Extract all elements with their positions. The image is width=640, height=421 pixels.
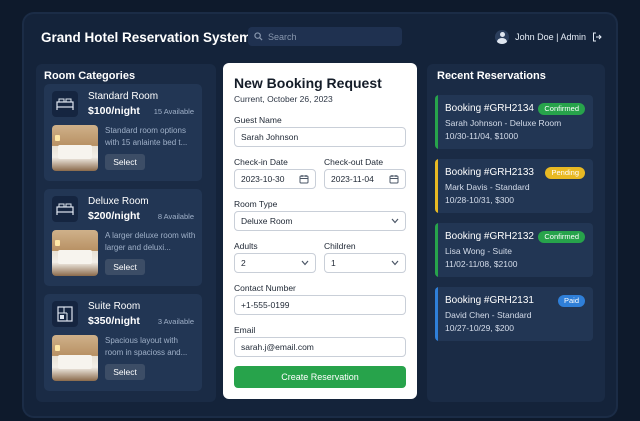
- chevron-down-icon: [391, 260, 399, 266]
- guest-name-label: Guest Name: [234, 115, 282, 125]
- user-label: John Doe | Admin: [515, 32, 586, 42]
- reservation-details: 10/27-10/29, $200: [445, 323, 515, 333]
- booking-id: Booking #GRH2132: [445, 231, 534, 242]
- search-input[interactable]: [268, 31, 393, 42]
- contact-number-field[interactable]: +1-555-0199: [234, 295, 406, 315]
- reservation-guest: Lisa Wong - Suite: [445, 246, 512, 256]
- guest-name-value: Sarah Johnson: [241, 132, 299, 142]
- reservation-details: 10/28-10/31, $300: [445, 195, 515, 205]
- room-availability: 8 Available: [157, 212, 194, 221]
- status-badge: Confirmed: [538, 103, 585, 115]
- floorplan-icon: [52, 301, 78, 327]
- chevron-down-icon: [301, 260, 309, 266]
- reservation-card[interactable]: Booking #GRH2131 Paid David Chen - Stand…: [435, 287, 593, 341]
- room-card-suite: Suite Room $350/night 3 Available Spacio…: [44, 294, 202, 391]
- room-photo: [52, 335, 98, 381]
- current-date: Current, October 26, 2023: [234, 94, 333, 104]
- status-badge: Pending: [545, 167, 585, 179]
- calendar-icon: [299, 175, 309, 184]
- chevron-down-icon: [391, 218, 399, 224]
- top-bar: Grand Hotel Reservation System John Doe …: [24, 14, 616, 60]
- room-name: Deluxe Room: [88, 196, 149, 207]
- reservation-guest: Sarah Johnson - Deluxe Room: [445, 118, 562, 128]
- reservation-details: 10/30-11/04, $1000: [445, 131, 519, 141]
- room-card-deluxe: Deluxe Room $200/night 8 Available A lar…: [44, 189, 202, 286]
- room-name: Standard Room: [88, 91, 159, 102]
- user-avatar-icon: [495, 30, 510, 44]
- recent-reservations-title: Recent Reservations: [437, 70, 546, 82]
- room-categories-panel: Room Categories Standard Room $100/night…: [36, 64, 216, 402]
- checkin-label: Check-in Date: [234, 157, 288, 167]
- checkin-value: 2023-10-30: [241, 174, 285, 184]
- contact-value: +1-555-0199: [241, 300, 290, 310]
- children-select[interactable]: 1: [324, 253, 406, 273]
- select-suite-room-button[interactable]: Select: [105, 364, 145, 380]
- reservation-card[interactable]: Booking #GRH2132 Confirmed Lisa Wong - S…: [435, 223, 593, 277]
- room-type-select[interactable]: Deluxe Room: [234, 211, 406, 231]
- booking-form: New Booking Request Current, October 26,…: [223, 63, 417, 399]
- bed-icon: [52, 196, 78, 222]
- adults-value: 2: [241, 258, 246, 268]
- calendar-icon: [389, 175, 399, 184]
- adults-label: Adults: [234, 241, 258, 251]
- app-window: Grand Hotel Reservation System John Doe …: [24, 14, 616, 416]
- select-standard-room-button[interactable]: Select: [105, 154, 145, 170]
- children-value: 1: [331, 258, 336, 268]
- room-photo: [52, 125, 98, 171]
- status-bar: [435, 223, 438, 277]
- form-title: New Booking Request: [234, 75, 382, 91]
- contact-label: Contact Number: [234, 283, 296, 293]
- email-label: Email: [234, 325, 256, 335]
- reservation-card[interactable]: Booking #GRH2133 Pending Mark Davis - St…: [435, 159, 593, 213]
- select-deluxe-room-button[interactable]: Select: [105, 259, 145, 275]
- booking-id: Booking #GRH2134: [445, 103, 534, 114]
- email-field[interactable]: sarah.j@email.com: [234, 337, 406, 357]
- bed-icon: [52, 91, 78, 117]
- adults-select[interactable]: 2: [234, 253, 316, 273]
- reservation-details: 11/02-11/08, $2100: [445, 259, 518, 269]
- status-badge: Confirmed: [538, 231, 585, 243]
- room-description: Spacious layout with room in spacioss an…: [105, 336, 188, 357]
- room-name: Suite Room: [88, 301, 141, 312]
- room-type-label: Room Type: [234, 199, 278, 209]
- booking-id: Booking #GRH2131: [445, 295, 534, 306]
- room-availability: 3 Available: [157, 317, 194, 326]
- children-label: Children: [324, 241, 356, 251]
- status-badge: Paid: [557, 295, 585, 307]
- status-bar: [435, 95, 438, 149]
- email-value: sarah.j@email.com: [241, 342, 314, 352]
- room-card-standard: Standard Room $100/night 15 Available St…: [44, 84, 202, 181]
- checkout-date-field[interactable]: 2023-11-04: [324, 169, 406, 189]
- room-price: $100/night: [88, 105, 140, 117]
- room-availability: 15 Available: [153, 107, 194, 116]
- room-categories-title: Room Categories: [44, 70, 136, 82]
- reservation-guest: David Chen - Standard: [445, 310, 532, 320]
- room-price: $350/night: [88, 315, 140, 327]
- guest-name-field[interactable]: Sarah Johnson: [234, 127, 406, 147]
- reservation-guest: Mark Davis - Standard: [445, 182, 530, 192]
- reservation-card[interactable]: Booking #GRH2134 Confirmed Sarah Johnson…: [435, 95, 593, 149]
- user-menu[interactable]: John Doe | Admin: [495, 30, 602, 44]
- booking-id: Booking #GRH2133: [445, 167, 534, 178]
- room-photo: [52, 230, 98, 276]
- logout-icon[interactable]: [592, 32, 602, 42]
- room-price: $200/night: [88, 210, 140, 222]
- room-type-value: Deluxe Room: [241, 216, 293, 226]
- checkout-label: Check-out Date: [324, 157, 384, 167]
- checkin-date-field[interactable]: 2023-10-30: [234, 169, 316, 189]
- app-title: Grand Hotel Reservation System: [41, 30, 252, 45]
- checkout-value: 2023-11-04: [331, 174, 374, 184]
- room-description: A larger deluxe room with larger and del…: [105, 231, 196, 252]
- create-reservation-button[interactable]: Create Reservation: [234, 366, 406, 388]
- search-icon: [254, 32, 263, 41]
- room-description: Standard room options with 15 anlainte b…: [105, 126, 188, 147]
- search-box[interactable]: [248, 27, 402, 46]
- status-bar: [435, 159, 438, 213]
- status-bar: [435, 287, 438, 341]
- recent-reservations-panel: Recent Reservations Booking #GRH2134 Con…: [427, 64, 605, 402]
